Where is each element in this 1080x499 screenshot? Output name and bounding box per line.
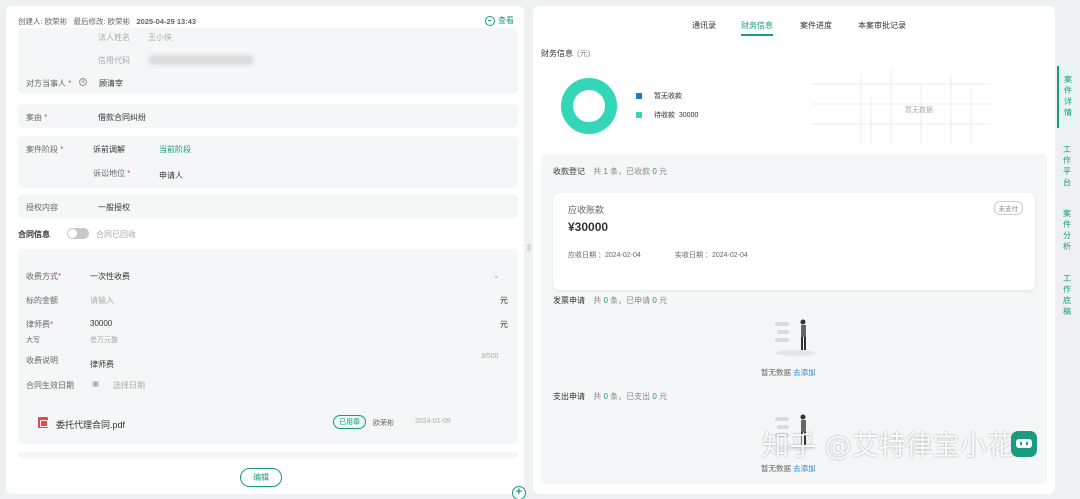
side-tab-workbench[interactable]: 工作平台	[1057, 140, 1077, 192]
record-meta: 创建人: 欧荣彬 最后修改: 欧荣彬 2025-04-29 13:43	[18, 16, 196, 27]
view-button[interactable]: 查看	[485, 15, 514, 26]
cause-label: 案由 *	[26, 113, 48, 122]
legend-swatch-pending	[636, 112, 642, 118]
contract-block: 收费方式* 一次性收费 ⌄ 标的金额 请输入 元 律师费* 30000 元 大写…	[18, 249, 518, 444]
target-amount-label: 标的金额	[26, 296, 58, 305]
watermark: 知乎 @艾特律宝小花	[762, 431, 1014, 462]
contract-recovered-toggle[interactable]	[67, 228, 89, 239]
char-count: 3/500	[481, 353, 499, 360]
pdf-file-icon	[38, 417, 48, 428]
receipts-header: 收款登记 共 1 条，已收款 0 元	[553, 167, 668, 176]
current-stage-link[interactable]: 当前阶段	[159, 144, 191, 155]
target-amount-unit: 元	[500, 296, 508, 305]
assistant-robot-icon[interactable]	[1011, 431, 1037, 457]
modifier-label: 最后修改:	[73, 17, 106, 26]
credit-code-label: 信用代码	[98, 56, 130, 65]
stage-label: 案件阶段 *	[26, 145, 64, 154]
tab-progress[interactable]: 案件进度	[800, 20, 832, 31]
uppercase-label: 大写	[26, 337, 40, 344]
expenses-header: 支出申请 共 0 条，已支出 0 元	[553, 392, 668, 401]
lawyer-fee-unit: 元	[500, 320, 508, 329]
stage-block: 案件阶段 * 诉前调解 当前阶段 诉讼地位 * 申请人	[18, 136, 518, 188]
donut-ring	[561, 78, 617, 134]
auth-label: 授权内容	[26, 203, 58, 212]
modifier-name: 欧荣彬	[107, 17, 131, 26]
edit-button[interactable]: 编辑	[240, 468, 282, 487]
add-icon[interactable]: +	[512, 486, 526, 499]
lawyer-fee-input[interactable]: 30000	[90, 319, 112, 328]
finance-title: 财务信息 (元)	[541, 49, 591, 58]
contract-recovered-label: 合同已回收	[96, 230, 136, 239]
due-date: 应收日期 ：2024-02-04	[568, 252, 641, 259]
tab-bar: 通讯录 财务信息 案件进度 本案审批记录	[533, 16, 1055, 38]
invoices-add-link[interactable]: 去添加	[793, 368, 816, 377]
side-tab-case-analysis[interactable]: 案件分析	[1057, 204, 1077, 256]
stage-value[interactable]: 诉前调解	[93, 144, 125, 155]
auth-value[interactable]: 一般授权	[98, 202, 130, 213]
receivable-title: 应收账款	[568, 205, 605, 215]
case-detail-panel: 创建人: 欧荣彬 最后修改: 欧荣彬 2025-04-29 13:43 查看 法…	[6, 6, 524, 494]
chart-no-data: 暂无数据	[905, 107, 933, 114]
tab-contacts[interactable]: 通讯录	[692, 20, 716, 31]
party-info-block: 法人姓名 王小侠 信用代码	[18, 28, 518, 94]
calendar-icon[interactable]: ▣	[92, 379, 100, 388]
modified-date: 2025-04-29 13:43	[136, 17, 197, 26]
stamped-badge: 已用章	[333, 415, 366, 429]
chevron-down-icon[interactable]: ⌄	[493, 271, 500, 280]
legend-label-pending: 待收款 30000	[654, 112, 699, 119]
fee-method-label: 收费方式*	[26, 272, 62, 281]
expenses-add-link[interactable]: 去添加	[793, 464, 816, 473]
expenses-empty: 暂无数据 去添加	[761, 464, 816, 473]
legal-person-value: 王小侠	[148, 33, 172, 42]
effective-date-label: 合同生效日期	[26, 381, 74, 390]
receivable-card[interactable]: 应收账款 未支付 ¥30000 应收日期 ：2024-02-04 实收日期 ：2…	[553, 193, 1035, 290]
credit-code-masked	[148, 55, 254, 65]
side-tab-case-detail[interactable]: 案件详情	[1057, 66, 1077, 128]
empty-illustration-icon	[775, 319, 815, 356]
next-block-edge	[18, 452, 518, 458]
invoices-header: 发票申请 共 0 条，已申请 0 元	[553, 296, 668, 305]
view-label: 查看	[498, 16, 514, 25]
panel-resize-handle[interactable]: ⦀	[527, 243, 531, 254]
cause-block: 案由 * 借款合同纠纷	[18, 104, 518, 128]
finance-donut-chart	[561, 78, 617, 134]
info-icon[interactable]: ⊕	[79, 78, 87, 86]
file-uploader: 欧荣彬	[373, 420, 394, 427]
counterparty-value[interactable]: 顾清宰	[99, 78, 123, 89]
legend-swatch-received	[636, 93, 642, 99]
effective-date-input[interactable]: 选择日期	[113, 380, 145, 391]
app-root: 创建人: 欧荣彬 最后修改: 欧荣彬 2025-04-29 13:43 查看 法…	[0, 0, 1080, 499]
view-icon	[485, 15, 495, 26]
actual-date: 实收日期 ：2024-02-04	[675, 252, 748, 259]
file-date: 2024-01-09	[415, 418, 451, 425]
fee-note-label: 收费说明	[26, 356, 58, 365]
lawyer-fee-label: 律师费*	[26, 320, 54, 329]
creator-label: 创建人:	[18, 17, 43, 26]
target-amount-input[interactable]: 请输入	[90, 295, 114, 306]
invoices-empty: 暂无数据 去添加	[761, 368, 816, 377]
legal-person-label: 法人姓名	[98, 33, 130, 42]
legend-label-received: 暂无收款	[654, 93, 682, 100]
contract-section-title: 合同信息	[18, 230, 50, 239]
counterparty-label: 对方当事人 *	[26, 79, 72, 88]
finance-panel: 通讯录 财务信息 案件进度 本案审批记录 财务信息 (元) 暂无收款 待收款 30…	[533, 6, 1055, 494]
tab-finance[interactable]: 财务信息	[741, 20, 773, 36]
position-label: 诉讼地位 *	[93, 169, 131, 178]
empty-bar-chart	[811, 69, 991, 144]
side-tab-work-papers[interactable]: 工作底稿	[1057, 269, 1077, 321]
cause-value[interactable]: 借款合同纠纷	[98, 112, 146, 123]
tab-approval-records[interactable]: 本案审批记录	[858, 20, 906, 31]
fee-note-textarea[interactable]: 律师费	[90, 359, 114, 370]
fee-method-select[interactable]: 一次性收费	[90, 271, 130, 282]
creator-name: 欧荣彬	[44, 17, 68, 26]
contract-file-link[interactable]: 委托代理合同.pdf	[56, 418, 125, 431]
position-value[interactable]: 申请人	[159, 170, 183, 181]
receivable-amount: ¥30000	[568, 220, 609, 234]
unpaid-badge: 未支付	[993, 201, 1023, 215]
auth-block: 授权内容 一般授权	[18, 194, 518, 218]
uppercase-value: 叁万元整	[90, 337, 118, 344]
